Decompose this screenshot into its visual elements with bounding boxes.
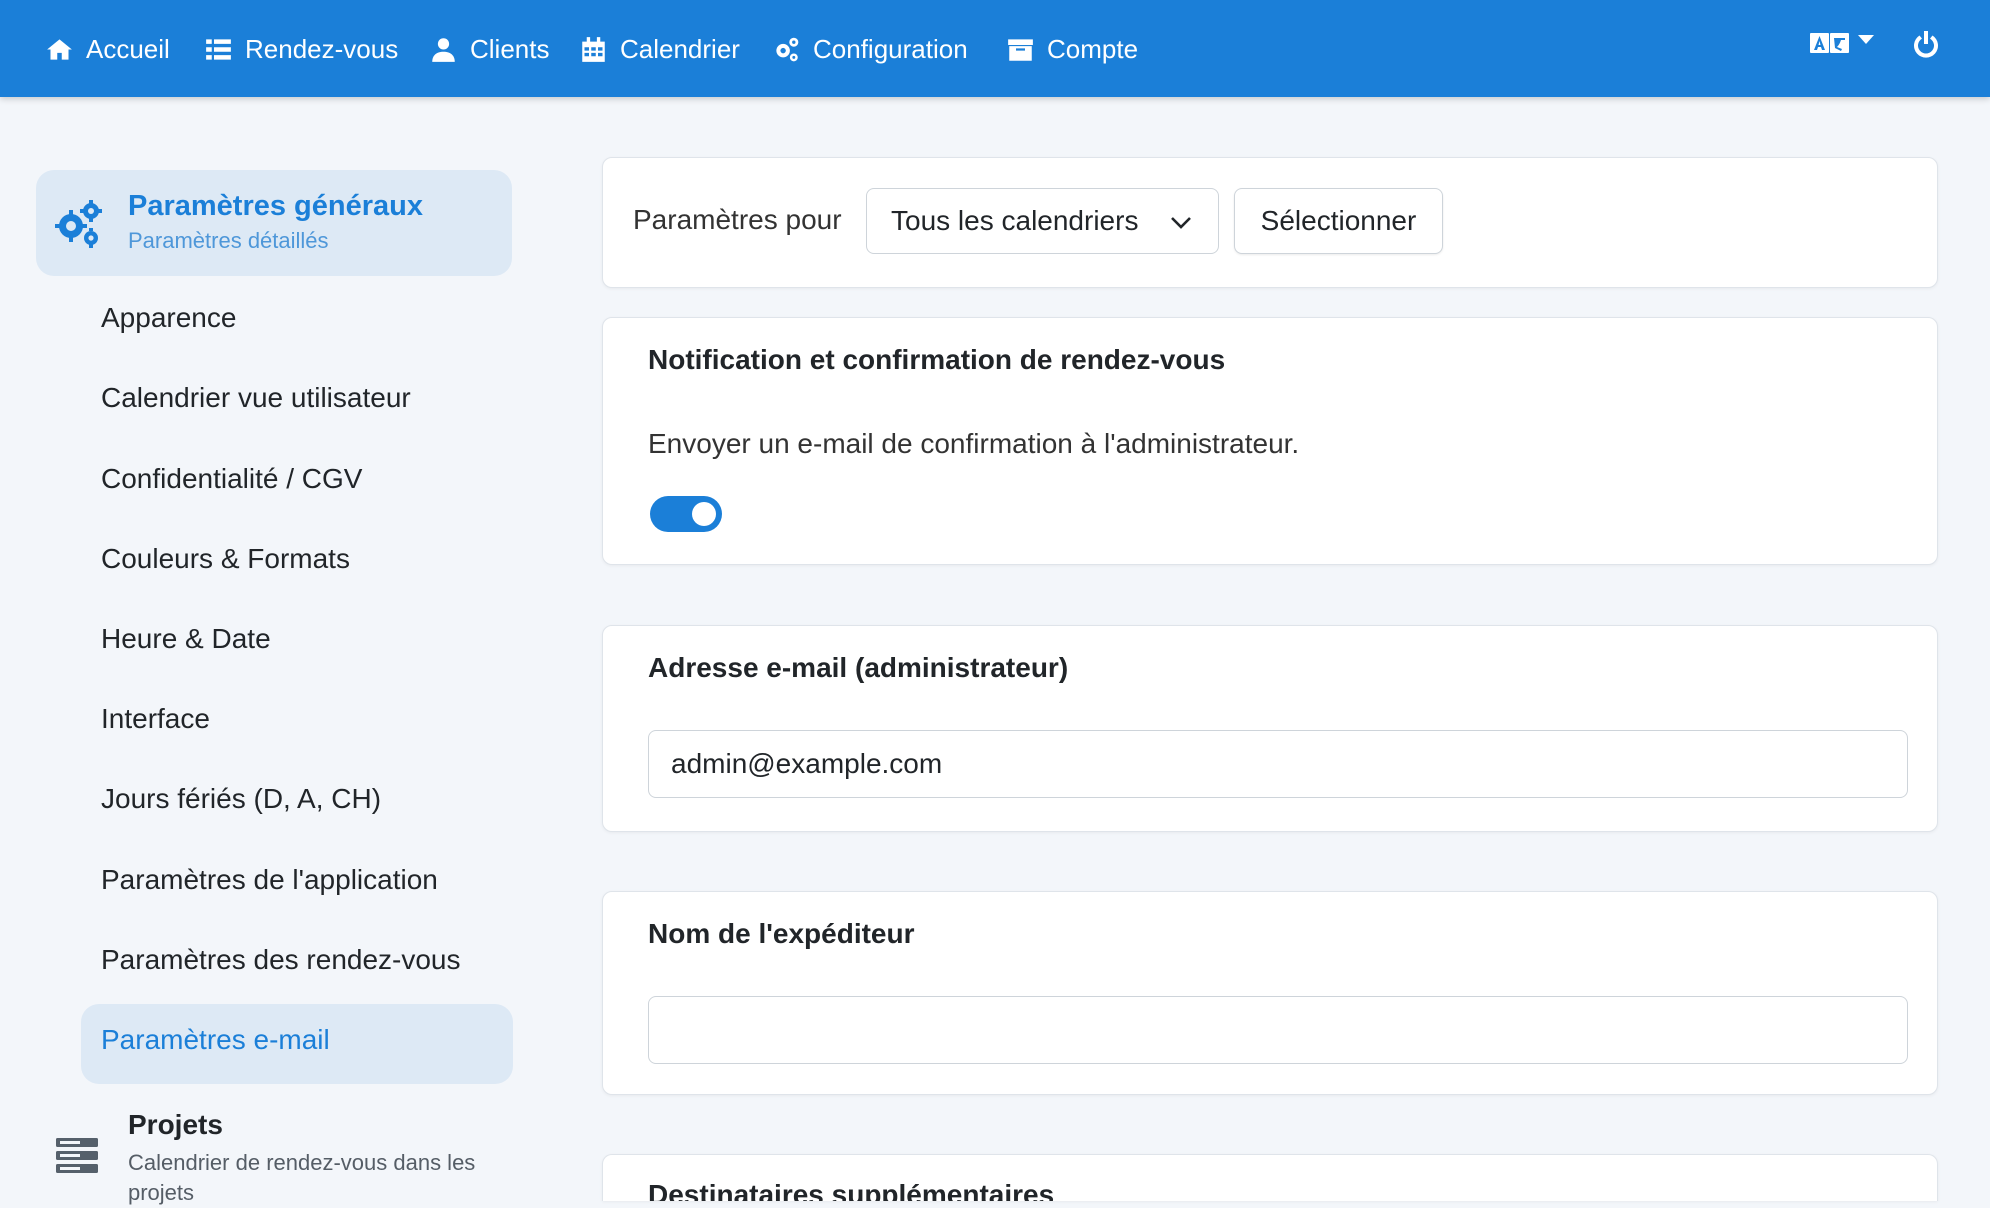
sender-name-card: Nom de l'expéditeur [602,891,1938,1095]
extra-recipients-title: Destinataires supplémentaires [648,1179,1055,1201]
chevron-down-icon [1858,35,1874,44]
sender-name-title: Nom de l'expéditeur [648,918,915,949]
sidebar-section-general-settings[interactable]: Paramètres généraux Paramètres détaillés [36,170,512,276]
admin-email-title: Adresse e-mail (administrateur) [648,652,1069,683]
nav-clients[interactable]: Clients [430,28,549,70]
nav-accueil[interactable]: Accueil [46,28,170,70]
sidebar-item-interface[interactable]: Interface [101,703,210,735]
sidebar-item-parametres-application[interactable]: Paramètres de l'application [101,864,438,896]
calendar-select-value: Tous les calendriers [891,205,1139,236]
power-icon [1914,31,1938,58]
nav-rendez-vous[interactable]: Rendez-vous [205,28,398,70]
calendar-select[interactable]: Tous les calendriers [866,188,1219,254]
nav-label: Rendez-vous [245,33,399,64]
home-icon [47,38,72,60]
nav-label: Accueil [86,33,170,64]
sidebar-item-jours-feries[interactable]: Jours fériés (D, A, CH) [101,783,381,815]
notification-description: Envoyer un e-mail de confirmation à l'ad… [648,428,1300,459]
notification-title: Notification et confirmation de rendez-v… [648,344,1226,375]
nav-compte[interactable]: Compte [1007,28,1138,70]
nav-label: Compte [1047,33,1139,64]
list-icon [206,38,231,60]
top-navbar: Accueil Rendez-vous Clients Calendrier C… [0,0,1990,97]
archive-icon [1008,38,1033,61]
language-dropdown[interactable] [1810,30,1874,56]
sidebar-item-couleurs-formats[interactable]: Couleurs & Formats [101,543,350,575]
sidebar-item-parametres-rendez-vous[interactable]: Paramètres des rendez-vous [101,944,461,976]
sidebar-section-subtitle: Paramètres détaillés [128,228,329,253]
sidebar-item-heure-date[interactable]: Heure & Date [101,623,271,655]
sidebar-item-calendrier-vue-utilisateur[interactable]: Calendrier vue utilisateur [101,382,411,414]
notification-card: Notification et confirmation de rendez-v… [602,317,1938,565]
server-icon [56,1138,98,1173]
select-button[interactable]: Sélectionner [1234,188,1443,254]
sidebar-section-projects-title[interactable]: Projets [128,1109,223,1141]
admin-email-card: Adresse e-mail (administrateur) [602,625,1938,832]
admin-confirmation-toggle[interactable] [650,496,722,532]
nav-label: Calendrier [620,33,740,64]
sidebar-item-parametres-email[interactable]: Paramètres e-mail [101,1024,330,1056]
cogs-icon [776,37,799,61]
cogs-icon [55,200,102,248]
sidebar-item-confidentialite[interactable]: Confidentialité / CGV [101,463,362,495]
calendar-icon [582,36,605,62]
user-icon [432,37,455,62]
admin-email-input[interactable] [648,730,1908,798]
extra-recipients-card: Destinataires supplémentaires [602,1154,1938,1201]
nav-label: Configuration [813,33,968,64]
calendar-filter-card: Paramètres pour Tous les calendriers Sél… [602,157,1938,288]
sender-name-input[interactable] [648,996,1908,1064]
filter-label: Paramètres pour [633,204,842,235]
logout-button[interactable] [1913,30,1939,58]
nav-label: Clients [470,33,550,64]
chevron-down-icon [1171,217,1191,229]
language-icon [1810,33,1849,53]
toggle-knob [692,502,716,526]
nav-configuration[interactable]: Configuration [773,28,968,70]
sidebar-item-apparence[interactable]: Apparence [101,302,236,334]
nav-calendrier[interactable]: Calendrier [580,28,740,70]
sidebar-section-title: Paramètres généraux [128,190,423,222]
sidebar-section-projects-subtitle: Calendrier de rendez-vous dans les proje… [128,1150,476,1205]
